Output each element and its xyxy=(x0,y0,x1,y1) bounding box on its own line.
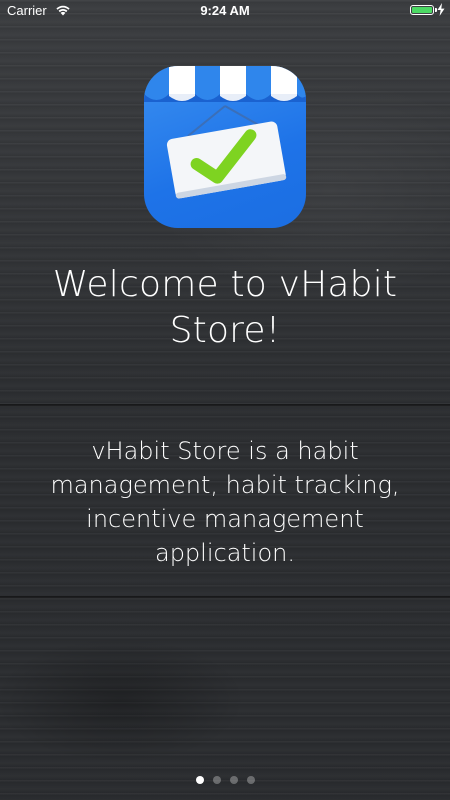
battery-fill xyxy=(412,7,432,13)
page-dot-3[interactable] xyxy=(229,776,238,784)
description-line: vHabit Store is a habit xyxy=(91,437,359,465)
page-dot-2[interactable] xyxy=(212,776,221,784)
page-indicator[interactable] xyxy=(0,776,450,784)
plank-seam xyxy=(0,596,450,599)
description-line: incentive management xyxy=(86,505,364,533)
page-dot-1[interactable] xyxy=(195,776,204,784)
vhabit-store-icon xyxy=(144,66,306,228)
page-dot-4[interactable] xyxy=(246,776,255,784)
welcome-title: Welcome to vHabit Store! xyxy=(20,262,430,354)
welcome-title-line: Welcome to vHabit xyxy=(52,264,398,305)
status-time: 9:24 AM xyxy=(200,3,250,18)
app-description: vHabit Store is a habit management, habi… xyxy=(22,434,428,570)
battery-icon xyxy=(410,5,437,15)
status-bar: Carrier 9:24 AM xyxy=(0,0,450,22)
plank-seam xyxy=(0,404,450,407)
welcome-title-line: Store! xyxy=(169,310,281,351)
description-line: management, habit tracking, xyxy=(50,471,400,499)
charging-bolt-icon xyxy=(437,3,445,16)
description-line: application. xyxy=(154,539,295,567)
